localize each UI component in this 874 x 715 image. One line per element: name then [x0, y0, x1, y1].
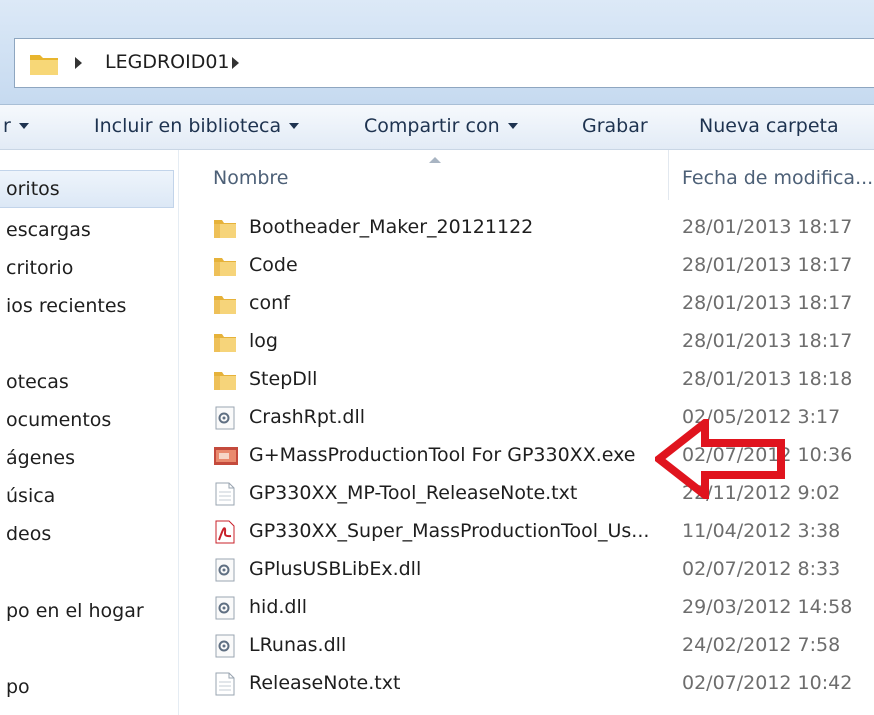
nav-item-pictures[interactable]: ágenes — [6, 447, 75, 469]
text-file-icon — [213, 672, 237, 696]
dll-icon — [213, 406, 237, 430]
chevron-down-icon — [507, 123, 518, 129]
include-in-library-label: Incluir en biblioteca — [94, 115, 282, 137]
file-date-modified: 11/04/2012 3:38 — [682, 520, 841, 542]
share-with-label: Compartir con — [364, 115, 500, 137]
file-row[interactable]: conf 28/01/2013 18:17 — [205, 285, 874, 323]
file-date-modified: 28/01/2013 18:17 — [682, 216, 853, 238]
column-divider[interactable] — [668, 150, 669, 200]
file-name: G+MassProductionTool For GP330XX.exe — [249, 444, 636, 466]
file-row[interactable]: Bootheader_Maker_20121122 28/01/2013 18:1… — [205, 209, 874, 247]
folder-icon — [213, 216, 237, 240]
file-row[interactable]: StepDll 28/01/2013 18:18 — [205, 361, 874, 399]
file-name: StepDll — [249, 368, 318, 390]
file-date-modified: 28/01/2013 18:17 — [682, 330, 853, 352]
chevron-down-icon — [289, 123, 300, 129]
file-date-modified: 28/01/2013 18:17 — [682, 292, 853, 314]
address-bar[interactable]: LEGDROID01 — [14, 38, 874, 88]
file-row[interactable]: Code 28/01/2013 18:17 — [205, 247, 874, 285]
text-file-icon — [213, 482, 237, 506]
command-bar: r Incluir en biblioteca Compartir con Gr… — [0, 105, 874, 150]
column-header-name[interactable]: Nombre — [213, 167, 289, 189]
file-name: conf — [249, 292, 290, 314]
file-name: LRunas.dll — [249, 634, 347, 656]
breadcrumb-current-folder[interactable]: LEGDROID01 — [105, 51, 230, 73]
nav-item-recent-places[interactable]: ios recientes — [6, 295, 126, 317]
file-name: ReleaseNote.txt — [249, 672, 401, 694]
breadcrumb-chevron-icon[interactable] — [75, 57, 82, 69]
file-row[interactable]: log 28/01/2013 18:17 — [205, 323, 874, 361]
organize-label: r — [3, 115, 11, 137]
file-date-modified: 29/03/2012 14:58 — [682, 596, 853, 618]
red-arrow-annotation-icon — [655, 419, 785, 499]
organize-button[interactable]: r — [3, 115, 29, 137]
file-name: GPlusUSBLibEx.dll — [249, 558, 422, 580]
dll-icon — [213, 558, 237, 582]
share-with-button[interactable]: Compartir con — [364, 115, 518, 137]
address-bar-area: LEGDROID01 — [0, 0, 874, 105]
breadcrumb-chevron-icon[interactable] — [232, 57, 239, 69]
sort-ascending-icon — [429, 157, 441, 163]
file-name: hid.dll — [249, 596, 308, 618]
pdf-icon — [213, 520, 237, 544]
column-header-date[interactable]: Fecha de modifica... — [682, 167, 873, 189]
nav-item-videos[interactable]: deos — [6, 523, 51, 545]
file-date-modified: 24/02/2012 7:58 — [682, 634, 841, 656]
file-date-modified: 02/07/2012 10:42 — [682, 672, 853, 694]
file-date-modified: 28/01/2013 18:17 — [682, 254, 853, 276]
nav-item-downloads[interactable]: escargas — [6, 219, 91, 241]
nav-item-favorites[interactable]: oritos — [6, 178, 60, 200]
folder-icon — [213, 254, 237, 278]
nav-item-music[interactable]: úsica — [6, 485, 55, 507]
nav-item-computer[interactable]: po — [6, 676, 30, 698]
file-row[interactable]: LRunas.dll 24/02/2012 7:58 — [205, 627, 874, 665]
file-row[interactable]: GPlusUSBLibEx.dll 02/07/2012 8:33 — [205, 551, 874, 589]
file-name: Bootheader_Maker_20121122 — [249, 216, 534, 238]
file-row[interactable]: ReleaseNote.txt 02/07/2012 10:42 — [205, 665, 874, 703]
nav-item-documents[interactable]: ocumentos — [6, 409, 111, 431]
file-name: log — [249, 330, 278, 352]
file-name: GP330XX_Super_MassProductionTool_Us... — [249, 520, 650, 542]
file-name: GP330XX_MP-Tool_ReleaseNote.txt — [249, 482, 578, 504]
nav-item-desktop[interactable]: critorio — [6, 257, 73, 279]
file-name: Code — [249, 254, 298, 276]
burn-button[interactable]: Grabar — [582, 115, 648, 137]
nav-item-libraries[interactable]: otecas — [6, 371, 69, 393]
folder-icon — [30, 55, 58, 75]
folder-icon — [213, 368, 237, 392]
include-in-library-button[interactable]: Incluir en biblioteca — [94, 115, 300, 137]
folder-icon — [213, 330, 237, 354]
folder-icon — [213, 292, 237, 316]
nav-item-homegroup[interactable]: po en el hogar — [6, 600, 144, 622]
file-date-modified: 02/07/2012 8:33 — [682, 558, 841, 580]
new-folder-button[interactable]: Nueva carpeta — [699, 115, 839, 137]
exe-icon — [213, 444, 238, 468]
chevron-down-icon — [18, 123, 29, 129]
file-row[interactable]: GP330XX_Super_MassProductionTool_Us... 11… — [205, 513, 874, 551]
file-date-modified: 28/01/2013 18:18 — [682, 368, 853, 390]
dll-icon — [213, 634, 237, 658]
dll-icon — [213, 596, 237, 620]
file-row[interactable]: hid.dll 29/03/2012 14:58 — [205, 589, 874, 627]
navigation-pane: oritos escargas critorio ios recientes o… — [0, 150, 179, 715]
file-name: CrashRpt.dll — [249, 406, 366, 428]
